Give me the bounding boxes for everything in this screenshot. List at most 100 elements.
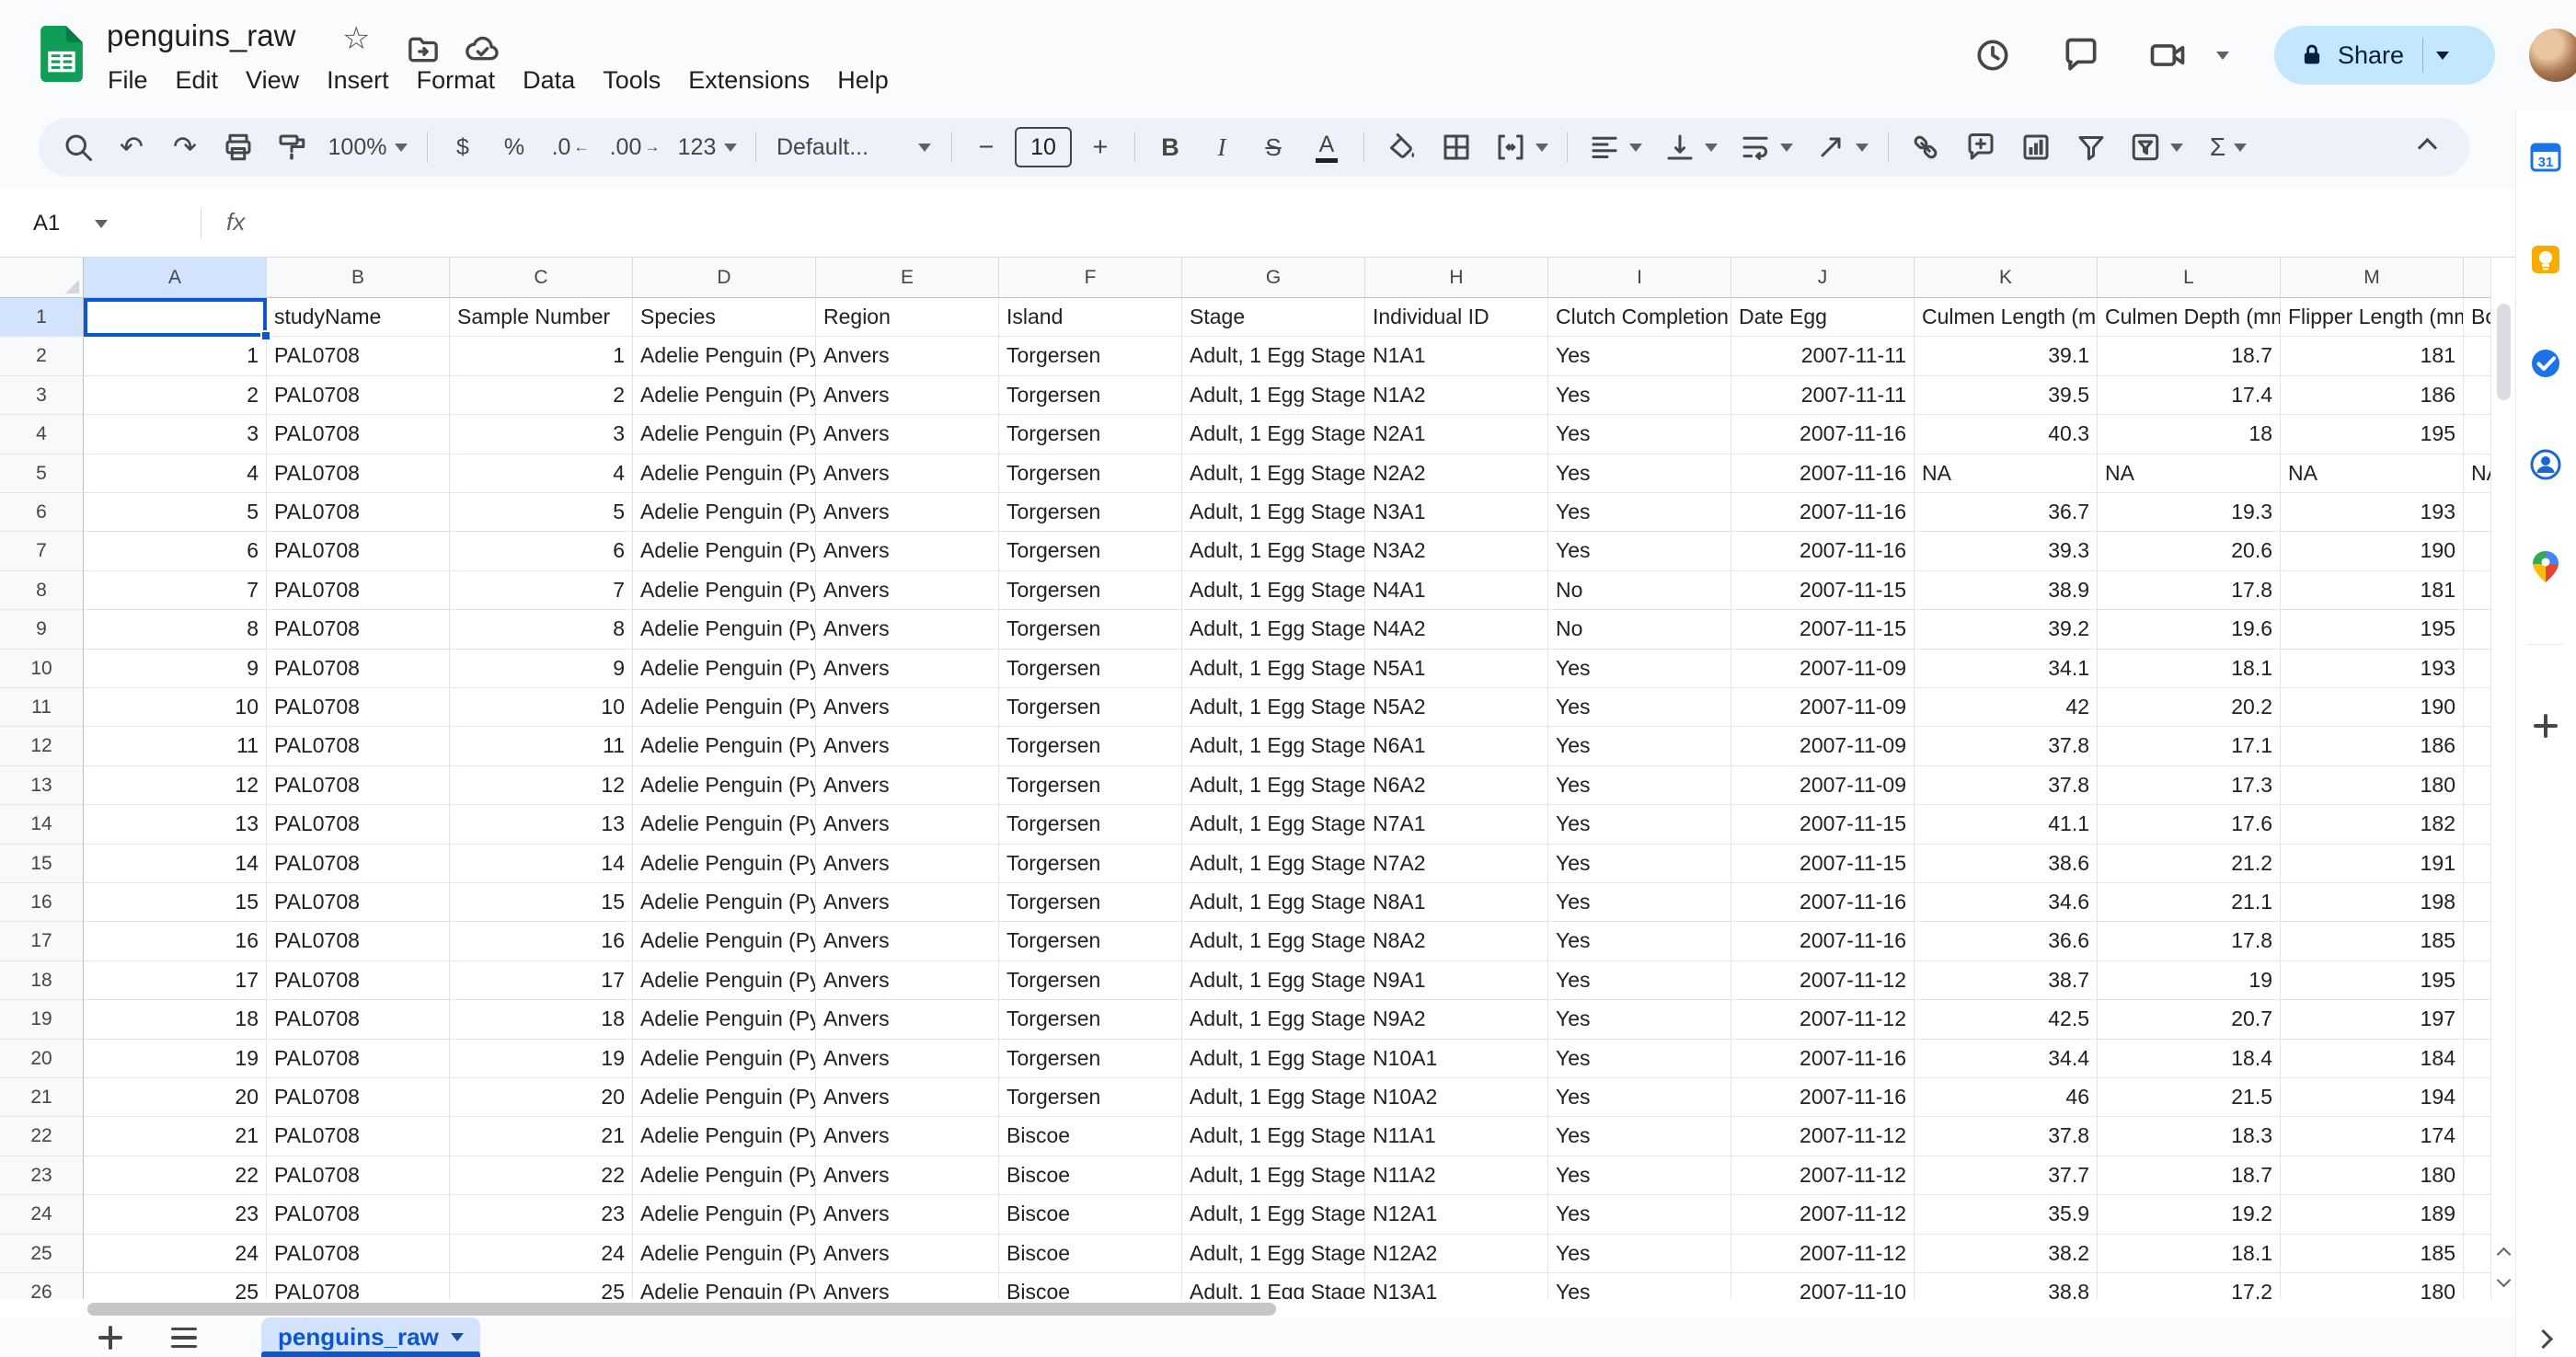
cell-I6[interactable]: Yes bbox=[1548, 493, 1731, 532]
cell-H16[interactable]: N8A1 bbox=[1365, 883, 1548, 922]
cell-E9[interactable]: Anvers bbox=[816, 610, 999, 649]
cell-B24[interactable]: PAL0708 bbox=[267, 1195, 450, 1234]
row-header-20[interactable]: 20 bbox=[0, 1040, 84, 1078]
tasks-icon[interactable] bbox=[2528, 346, 2563, 381]
cell-D3[interactable]: Adelie Penguin (Pygoscelis adeliae) bbox=[633, 376, 816, 415]
cell-K25[interactable]: 38.2 bbox=[1915, 1235, 2098, 1273]
cell-I20[interactable]: Yes bbox=[1548, 1040, 1731, 1078]
cell-B10[interactable]: PAL0708 bbox=[267, 650, 450, 688]
cell-G14[interactable]: Adult, 1 Egg Stage bbox=[1182, 805, 1365, 844]
font-size-input[interactable]: 10 bbox=[1011, 123, 1075, 171]
italic-button[interactable]: I bbox=[1196, 123, 1248, 171]
row-header-1[interactable]: 1 bbox=[0, 298, 84, 337]
cell-H17[interactable]: N8A2 bbox=[1365, 922, 1548, 960]
cell-F17[interactable]: Torgersen bbox=[999, 922, 1182, 960]
cell-F11[interactable]: Torgersen bbox=[999, 688, 1182, 727]
cell-C13[interactable]: 12 bbox=[450, 766, 633, 805]
cell-G15[interactable]: Adult, 1 Egg Stage bbox=[1182, 845, 1365, 883]
cell-B11[interactable]: PAL0708 bbox=[267, 688, 450, 727]
cell-B19[interactable]: PAL0708 bbox=[267, 1000, 450, 1039]
cell-J3[interactable]: 2007-11-11 bbox=[1731, 376, 1915, 415]
row-header-10[interactable]: 10 bbox=[0, 650, 84, 688]
cell-M13[interactable]: 180 bbox=[2281, 766, 2464, 805]
cell-E13[interactable]: Anvers bbox=[816, 766, 999, 805]
cell-K11[interactable]: 42 bbox=[1915, 688, 2098, 727]
cell-H23[interactable]: N11A2 bbox=[1365, 1156, 1548, 1195]
cell-A3[interactable]: 2 bbox=[84, 376, 267, 415]
cell-N24[interactable] bbox=[2464, 1195, 2490, 1234]
cell-B15[interactable]: PAL0708 bbox=[267, 845, 450, 883]
row-header-8[interactable]: 8 bbox=[0, 571, 84, 610]
cell-M6[interactable]: 193 bbox=[2281, 493, 2464, 532]
cell-J6[interactable]: 2007-11-16 bbox=[1731, 493, 1915, 532]
hide-menus-button[interactable] bbox=[2398, 123, 2456, 171]
cell-B8[interactable]: PAL0708 bbox=[267, 571, 450, 610]
cell-A14[interactable]: 13 bbox=[84, 805, 267, 844]
cell-N17[interactable] bbox=[2464, 922, 2490, 960]
cell-B9[interactable]: PAL0708 bbox=[267, 610, 450, 649]
cell-B22[interactable]: PAL0708 bbox=[267, 1117, 450, 1156]
cell-A9[interactable]: 8 bbox=[84, 610, 267, 649]
cell-B4[interactable]: PAL0708 bbox=[267, 415, 450, 454]
cell-D20[interactable]: Adelie Penguin (Pygoscelis adeliae) bbox=[633, 1040, 816, 1078]
cell-D1[interactable]: Species bbox=[633, 298, 816, 337]
cell-J4[interactable]: 2007-11-16 bbox=[1731, 415, 1915, 454]
cell-D23[interactable]: Adelie Penguin (Pygoscelis adeliae) bbox=[633, 1156, 816, 1195]
cell-H26[interactable]: N13A1 bbox=[1365, 1273, 1548, 1299]
cell-C2[interactable]: 1 bbox=[450, 337, 633, 375]
filter-views-button[interactable] bbox=[2119, 123, 2192, 171]
cell-A19[interactable]: 18 bbox=[84, 1000, 267, 1039]
zoom-selector[interactable]: 100% bbox=[318, 123, 418, 171]
cell-L14[interactable]: 17.6 bbox=[2098, 805, 2281, 844]
print-button[interactable] bbox=[212, 123, 265, 171]
cell-I25[interactable]: Yes bbox=[1548, 1235, 1731, 1273]
row-header-17[interactable]: 17 bbox=[0, 922, 84, 960]
horizontal-align-button[interactable] bbox=[1577, 123, 1652, 171]
cell-F16[interactable]: Torgersen bbox=[999, 883, 1182, 922]
cell-M18[interactable]: 195 bbox=[2281, 961, 2464, 1000]
cell-F7[interactable]: Torgersen bbox=[999, 532, 1182, 570]
cell-N5[interactable]: NA bbox=[2464, 454, 2490, 493]
cell-K13[interactable]: 37.8 bbox=[1915, 766, 2098, 805]
cell-B17[interactable]: PAL0708 bbox=[267, 922, 450, 960]
bold-button[interactable]: B bbox=[1144, 123, 1196, 171]
cell-C8[interactable]: 7 bbox=[450, 571, 633, 610]
cell-L3[interactable]: 17.4 bbox=[2098, 376, 2281, 415]
cell-I23[interactable]: Yes bbox=[1548, 1156, 1731, 1195]
cell-C18[interactable]: 17 bbox=[450, 961, 633, 1000]
cell-N2[interactable] bbox=[2464, 337, 2490, 375]
cell-G4[interactable]: Adult, 1 Egg Stage bbox=[1182, 415, 1365, 454]
cell-B14[interactable]: PAL0708 bbox=[267, 805, 450, 844]
text-wrap-button[interactable] bbox=[1728, 123, 1803, 171]
cell-M15[interactable]: 191 bbox=[2281, 845, 2464, 883]
menu-file[interactable]: File bbox=[94, 57, 162, 103]
all-sheets-button[interactable] bbox=[162, 1321, 206, 1354]
cell-J9[interactable]: 2007-11-15 bbox=[1731, 610, 1915, 649]
format-currency-button[interactable]: $ bbox=[437, 123, 489, 171]
cell-K15[interactable]: 38.6 bbox=[1915, 845, 2098, 883]
cell-B7[interactable]: PAL0708 bbox=[267, 532, 450, 570]
cell-J12[interactable]: 2007-11-09 bbox=[1731, 727, 1915, 765]
cell-M25[interactable]: 185 bbox=[2281, 1235, 2464, 1273]
cell-L24[interactable]: 19.2 bbox=[2098, 1195, 2281, 1234]
account-avatar[interactable] bbox=[2529, 29, 2576, 82]
cell-K1[interactable]: Culmen Length (mm) bbox=[1915, 298, 2098, 337]
meet-dropdown-caret-icon[interactable] bbox=[2216, 52, 2229, 60]
cell-E23[interactable]: Anvers bbox=[816, 1156, 999, 1195]
cell-M14[interactable]: 182 bbox=[2281, 805, 2464, 844]
cell-L4[interactable]: 18 bbox=[2098, 415, 2281, 454]
select-all-corner[interactable] bbox=[0, 258, 84, 298]
cell-N7[interactable] bbox=[2464, 532, 2490, 570]
cell-H15[interactable]: N7A2 bbox=[1365, 845, 1548, 883]
cell-M3[interactable]: 186 bbox=[2281, 376, 2464, 415]
text-color-button[interactable]: A bbox=[1299, 123, 1354, 171]
cell-A23[interactable]: 22 bbox=[84, 1156, 267, 1195]
borders-button[interactable] bbox=[1429, 123, 1484, 171]
menu-edit[interactable]: Edit bbox=[162, 57, 233, 103]
cell-N8[interactable] bbox=[2464, 571, 2490, 610]
cell-G7[interactable]: Adult, 1 Egg Stage bbox=[1182, 532, 1365, 570]
cell-C12[interactable]: 11 bbox=[450, 727, 633, 765]
cell-K17[interactable]: 36.6 bbox=[1915, 922, 2098, 960]
row-header-26[interactable]: 26 bbox=[0, 1273, 84, 1299]
cell-J8[interactable]: 2007-11-15 bbox=[1731, 571, 1915, 610]
